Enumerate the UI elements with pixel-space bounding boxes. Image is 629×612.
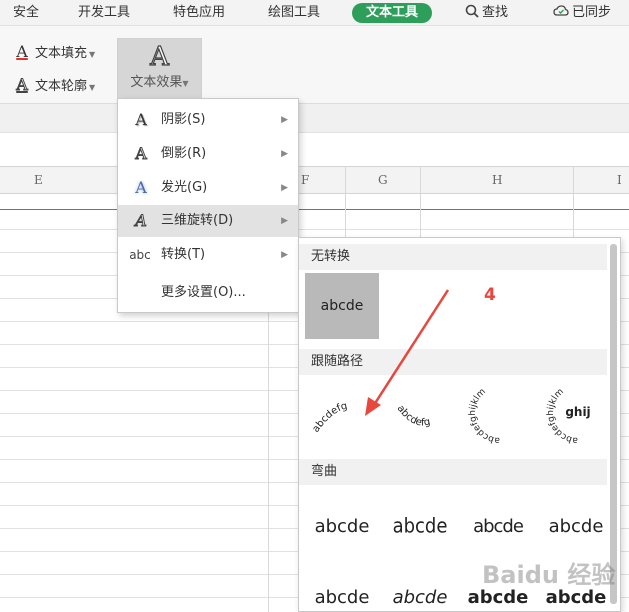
annotation-step-number: 4 <box>484 285 496 305</box>
annotation-arrow-icon <box>365 289 450 416</box>
watermark: Baidu 经验 <box>482 561 616 589</box>
